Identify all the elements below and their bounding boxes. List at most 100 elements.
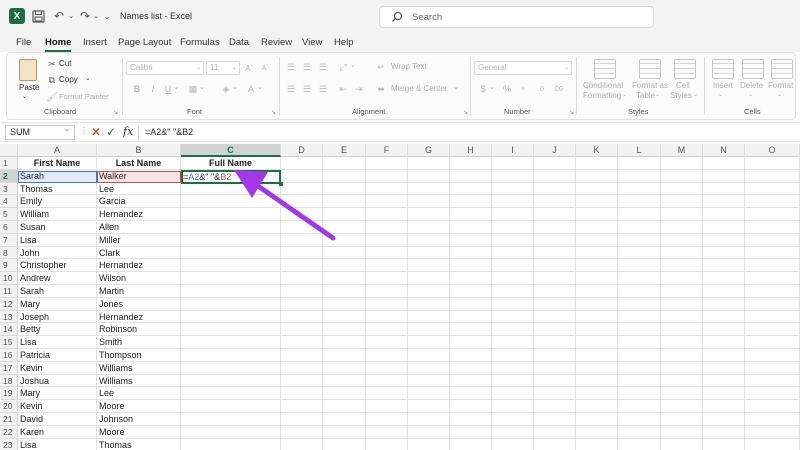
cell[interactable] — [534, 374, 576, 388]
increase-decimal-icon[interactable]: .0 — [535, 83, 547, 95]
cell[interactable] — [618, 413, 661, 426]
cell[interactable]: Jones — [97, 297, 181, 311]
cell-styles-dropdown-icon[interactable]: ⌄ — [693, 91, 698, 98]
cell[interactable] — [181, 297, 281, 311]
cell[interactable] — [408, 438, 450, 450]
italic-button[interactable]: I — [147, 83, 159, 95]
cell[interactable]: Allen — [97, 221, 181, 234]
cell[interactable] — [661, 246, 703, 260]
row-header[interactable]: 15 — [0, 336, 18, 349]
currency-button[interactable]: $ — [477, 83, 489, 95]
cell[interactable] — [450, 285, 492, 298]
cell[interactable] — [281, 387, 323, 401]
cell[interactable] — [281, 259, 323, 273]
cell[interactable] — [450, 221, 492, 234]
cell[interactable] — [703, 272, 745, 285]
cell[interactable]: Christopher — [18, 259, 97, 273]
cell[interactable] — [323, 336, 366, 349]
font-name-select[interactable]: Calibri ⌄ — [126, 61, 204, 75]
cell[interactable] — [408, 413, 450, 426]
cell[interactable] — [618, 374, 661, 388]
column-header-m[interactable]: M — [661, 144, 703, 157]
cell[interactable] — [366, 336, 408, 349]
cell[interactable] — [181, 374, 281, 388]
cell[interactable] — [366, 272, 408, 285]
cell[interactable] — [408, 182, 450, 196]
tab-data[interactable]: Data — [229, 37, 249, 48]
cut-icon[interactable]: ✂ — [46, 58, 58, 70]
cell[interactable] — [745, 169, 800, 183]
cell[interactable] — [281, 310, 323, 324]
tab-review[interactable]: Review — [261, 37, 292, 48]
row-header[interactable]: 7 — [0, 233, 18, 247]
cell[interactable]: Thomas — [18, 182, 97, 196]
conditional-formatting-label-2[interactable]: Formatting — [583, 91, 621, 100]
cell[interactable] — [492, 182, 534, 196]
cell[interactable] — [618, 285, 661, 298]
cell[interactable] — [618, 349, 661, 362]
align-center-icon[interactable]: ☰ — [301, 83, 313, 95]
cell[interactable] — [492, 297, 534, 311]
row-header[interactable]: 12 — [0, 297, 18, 311]
cell[interactable] — [281, 195, 323, 209]
cell[interactable] — [534, 349, 576, 362]
cell[interactable] — [703, 285, 745, 298]
row-header[interactable]: 10 — [0, 272, 18, 285]
cell[interactable]: Karen — [18, 425, 97, 439]
column-header-o[interactable]: O — [745, 144, 800, 157]
cell[interactable] — [408, 349, 450, 362]
cell[interactable]: Mary — [18, 387, 97, 401]
cell[interactable] — [661, 336, 703, 349]
cell[interactable] — [281, 361, 323, 375]
cell[interactable] — [661, 259, 703, 273]
cell[interactable] — [323, 233, 366, 247]
header-cell[interactable]: Full Name — [181, 157, 281, 170]
row-header[interactable]: 19 — [0, 387, 18, 401]
row-header[interactable]: 22 — [0, 425, 18, 439]
underline-dropdown-icon[interactable]: ⌄ — [173, 83, 179, 91]
cell[interactable] — [181, 272, 281, 285]
cell[interactable] — [281, 374, 323, 388]
cell[interactable] — [181, 208, 281, 221]
cell[interactable] — [281, 336, 323, 349]
cell[interactable]: Kevin — [18, 400, 97, 413]
cell[interactable] — [661, 387, 703, 401]
cell[interactable] — [450, 246, 492, 260]
cell[interactable] — [366, 285, 408, 298]
decrease-font-icon[interactable]: Aˇ — [259, 62, 271, 74]
cell[interactable] — [576, 285, 618, 298]
cell[interactable] — [618, 425, 661, 439]
cut-button[interactable]: Cut — [59, 59, 71, 68]
cell[interactable] — [534, 221, 576, 234]
conditional-formatting-icon[interactable] — [594, 59, 616, 79]
cell[interactable] — [323, 208, 366, 221]
format-painter-button[interactable]: Format Painter — [59, 92, 109, 101]
cell[interactable] — [745, 272, 800, 285]
cell[interactable] — [703, 413, 745, 426]
cell[interactable] — [745, 297, 800, 311]
format-painter-icon[interactable]: 🖌 — [46, 91, 58, 103]
cell[interactable] — [534, 157, 576, 170]
cell[interactable] — [181, 259, 281, 273]
format-as-table-icon[interactable] — [639, 59, 661, 79]
font-color-icon[interactable]: A — [245, 83, 257, 95]
cell[interactable] — [618, 208, 661, 221]
cell-c2-formula-edit[interactable]: =A2&" "&B2 — [183, 171, 231, 184]
cell[interactable] — [703, 336, 745, 349]
cell[interactable]: Martin — [97, 285, 181, 298]
cell[interactable] — [323, 413, 366, 426]
cell[interactable]: Sarah — [18, 285, 97, 298]
borders-dropdown-icon[interactable]: ⌄ — [199, 83, 205, 91]
cell[interactable] — [618, 297, 661, 311]
cell[interactable] — [576, 297, 618, 311]
cell[interactable]: Wilson — [97, 272, 181, 285]
cell[interactable] — [534, 413, 576, 426]
cell[interactable] — [281, 272, 323, 285]
fill-color-icon[interactable]: ◈ — [220, 83, 232, 95]
row-header[interactable]: 21 — [0, 413, 18, 426]
cell[interactable] — [661, 438, 703, 450]
cell[interactable] — [366, 425, 408, 439]
redo-icon[interactable]: ↷ — [78, 9, 92, 23]
cell[interactable] — [366, 438, 408, 450]
worksheet-grid[interactable]: ABCDEFGHIJKLMNO 1 First Name Last Name Full… — [0, 144, 800, 450]
